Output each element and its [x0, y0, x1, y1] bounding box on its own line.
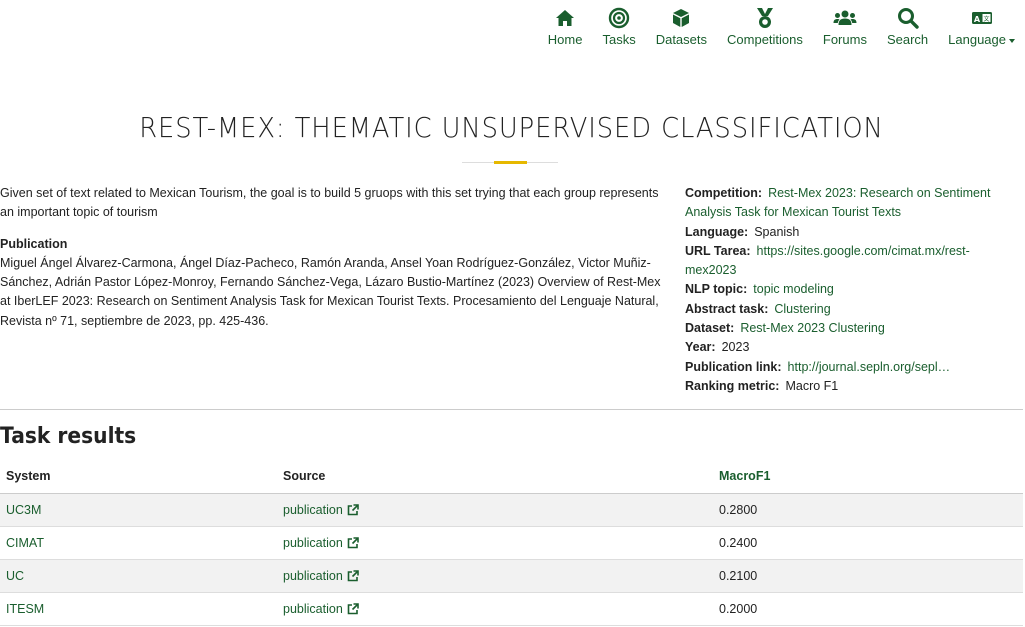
external-link-icon — [347, 503, 359, 515]
nav-datasets-label: Datasets — [655, 32, 708, 47]
nav-datasets[interactable]: Datasets — [646, 6, 717, 47]
medal-icon — [755, 6, 775, 30]
nav-tasks-label: Tasks — [602, 32, 636, 47]
search-icon — [897, 6, 919, 30]
nav-language[interactable]: A文 Language — [938, 6, 1025, 47]
column-header-system[interactable]: System — [0, 460, 277, 494]
title-accent-bar — [494, 161, 527, 164]
meta-publication-link: Publication link: http://journal.sepln.or… — [685, 358, 1015, 377]
meta-year: Year: 2023 — [685, 338, 1015, 357]
page-title: REST-MEX: THEMATIC UNSUPERVISED CLASSIFI… — [139, 111, 884, 144]
table-row: CIMAT publication 0.2400 — [0, 526, 1023, 560]
system-link[interactable]: UC — [6, 569, 24, 583]
task-description-column: Given set of text related to Mexican Tou… — [0, 184, 672, 331]
score-cell: 0.2400 — [713, 526, 1023, 560]
chevron-down-icon — [1009, 38, 1015, 43]
meta-url-label: URL Tarea: — [685, 243, 751, 258]
nav-home[interactable]: Home — [538, 6, 593, 47]
nav-competitions-label: Competitions — [727, 32, 803, 47]
target-icon — [608, 6, 630, 30]
score-cell: 0.2800 — [713, 493, 1023, 527]
meta-dataset: Dataset: Rest-Mex 2023 Clustering — [685, 319, 1015, 338]
score-cell: 0.2000 — [713, 592, 1023, 626]
meta-abstract-task: Abstract task: Clustering — [685, 300, 1015, 319]
results-header-row: System Source MacroF1 — [0, 460, 1023, 494]
external-link-icon — [347, 569, 359, 581]
meta-year-label: Year: — [685, 340, 716, 355]
external-link-icon — [347, 602, 359, 614]
system-link[interactable]: UC3M — [6, 503, 41, 517]
source-link[interactable]: publication — [283, 503, 359, 517]
column-header-source[interactable]: Source — [277, 460, 713, 494]
publication-link[interactable]: http://journal.sepln.org/sepl… — [788, 360, 951, 374]
nlp-topic-link[interactable]: topic modeling — [753, 282, 834, 296]
table-row: UC publication 0.2100 — [0, 559, 1023, 593]
meta-competition-label: Competition: — [685, 186, 763, 200]
meta-language-value: Spanish — [754, 224, 800, 239]
meta-year-value: 2023 — [721, 340, 750, 355]
nav-competitions[interactable]: Competitions — [717, 6, 813, 47]
publication-heading: Publication — [0, 236, 68, 251]
meta-nlp-label: NLP topic: — [685, 282, 748, 297]
table-row: ITESM publication 0.2000 — [0, 592, 1023, 626]
column-header-metric[interactable]: MacroF1 — [713, 460, 1023, 494]
nav-search-label: Search — [886, 32, 929, 47]
abstract-task-link[interactable]: Clustering — [774, 302, 830, 316]
source-link[interactable]: publication — [283, 569, 359, 583]
system-link[interactable]: ITESM — [6, 602, 44, 616]
dataset-link[interactable]: Rest-Mex 2023 Clustering — [740, 321, 885, 335]
source-link[interactable]: publication — [283, 536, 359, 550]
meta-abstract-label: Abstract task: — [685, 301, 769, 316]
source-link[interactable]: publication — [283, 602, 359, 616]
meta-ranking-label: Ranking metric: — [685, 378, 780, 393]
nav-search[interactable]: Search — [877, 6, 938, 47]
task-description: Given set of text related to Mexican Tou… — [0, 186, 659, 220]
publication-citation: Miguel Ángel Álvarez-Carmona, Ángel Díaz… — [0, 255, 661, 328]
external-link-icon — [347, 536, 359, 548]
meta-ranking-metric: Ranking metric: Macro F1 — [685, 377, 1015, 396]
nav-home-label: Home — [547, 32, 583, 47]
meta-nlp-topic: NLP topic: topic modeling — [685, 280, 1015, 299]
nav-forums[interactable]: Forums — [813, 6, 877, 47]
meta-publink-label: Publication link: — [685, 359, 782, 374]
score-cell: 0.2100 — [713, 559, 1023, 593]
results-table: System Source MacroF1 UC3M publication 0… — [0, 460, 1023, 626]
svg-text:文: 文 — [983, 15, 989, 23]
users-icon — [833, 6, 857, 30]
meta-language: Language: Spanish — [685, 223, 1015, 242]
language-icon: A文 — [971, 6, 993, 30]
system-link[interactable]: CIMAT — [6, 536, 44, 550]
main-nav: Home Tasks Datasets Competitions Forums … — [538, 6, 1025, 48]
meta-url: URL Tarea: https://sites.google.com/cimat… — [685, 242, 1015, 281]
meta-ranking-value: Macro F1 — [785, 378, 839, 393]
nav-language-label: Language — [948, 32, 1015, 47]
nav-forums-label: Forums — [822, 32, 867, 47]
meta-competition: Competition: Rest-Mex 2023: Research on S… — [685, 184, 1015, 223]
meta-dataset-label: Dataset: — [685, 321, 735, 336]
home-icon — [555, 6, 575, 30]
cube-icon — [671, 6, 691, 30]
nav-tasks[interactable]: Tasks — [592, 6, 645, 47]
svg-text:A: A — [973, 15, 980, 24]
task-metadata: Competition: Rest-Mex 2023: Research on S… — [685, 184, 1015, 396]
section-divider — [0, 409, 1023, 410]
meta-language-label: Language: — [685, 224, 749, 239]
task-results-heading: Task results — [0, 424, 137, 449]
table-row: UC3M publication 0.2800 — [0, 493, 1023, 527]
